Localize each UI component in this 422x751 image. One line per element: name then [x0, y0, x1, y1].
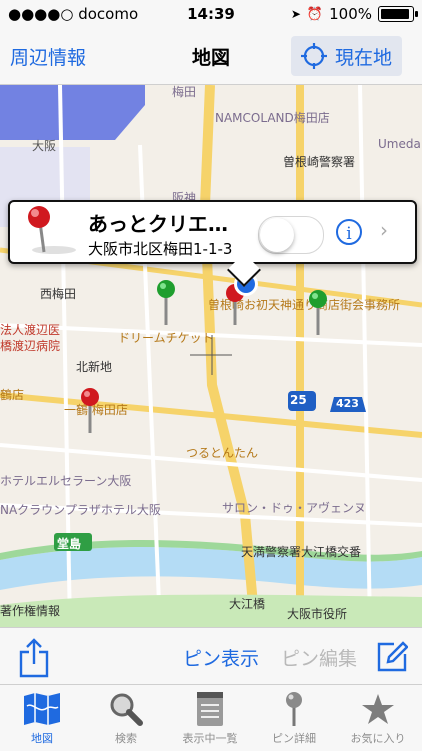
location-arrow-icon: ➤: [290, 7, 301, 21]
battery-percent: 100%: [329, 5, 372, 23]
current-location-label: 現在地: [334, 46, 392, 69]
pin-green-1[interactable]: [157, 280, 175, 325]
navigation-bar: 周辺情報 地図 現在地: [0, 28, 422, 85]
bottom-toolbar: ピン表示 ピン編集: [0, 627, 422, 685]
map-icon: [24, 693, 60, 725]
status-right: ➤ ⏰ 100%: [290, 5, 418, 23]
tab-list[interactable]: 表示中一覧: [168, 689, 252, 746]
tab-favorites[interactable]: お気に入り: [336, 689, 420, 746]
pin-green-2[interactable]: [309, 290, 327, 335]
pin-red-1[interactable]: [81, 388, 99, 433]
tab-label: ピン詳細: [272, 732, 316, 745]
alarm-icon: ⏰: [306, 6, 324, 22]
tab-pin-detail[interactable]: ピン詳細: [252, 689, 336, 746]
map-view[interactable]: 梅田 NAMCOLAND梅田店 Umeda Quattr 大阪 曽根崎警察署 阪…: [0, 85, 422, 627]
toggle-knob: [260, 218, 294, 252]
chevron-right-icon[interactable]: ›: [380, 218, 388, 242]
tab-label: お気に入り: [350, 732, 406, 745]
tab-search[interactable]: 検索: [84, 689, 168, 746]
info-icon[interactable]: i: [336, 219, 362, 245]
pin-edit-button[interactable]: ピン編集: [281, 644, 357, 671]
star-icon: [362, 694, 394, 724]
tab-map[interactable]: 地図: [0, 689, 84, 746]
pin-callout[interactable]: あっとクリエ… 大阪市北区梅田1-1-3 i ›: [8, 200, 417, 264]
current-location-button[interactable]: 現在地: [290, 36, 402, 76]
tab-label: 地図: [31, 732, 53, 745]
share-icon[interactable]: [18, 638, 50, 678]
notepad-icon: [197, 692, 223, 726]
crosshair-icon: [300, 43, 327, 69]
compose-icon[interactable]: [376, 640, 408, 672]
map-pins: [81, 272, 327, 433]
magnifier-icon: [110, 693, 143, 726]
status-bar: ●●●●○ docomo 14:39 ➤ ⏰ 100%: [0, 0, 422, 28]
red-pin-icon: [28, 206, 76, 254]
battery-icon: [378, 6, 418, 22]
pin-show-button[interactable]: ピン表示: [183, 644, 259, 671]
pin-icon: [286, 692, 302, 726]
pin-toggle-switch[interactable]: [258, 216, 324, 254]
callout-title: あっとクリエ…: [88, 212, 228, 236]
callout-address: 大阪市北区梅田1-1-3: [88, 240, 233, 258]
tab-bar: 地図 検索 表示中一覧 ピン詳細 お気に入り: [0, 684, 422, 751]
tab-label: 表示中一覧: [182, 732, 238, 745]
tab-label: 検索: [115, 732, 137, 745]
